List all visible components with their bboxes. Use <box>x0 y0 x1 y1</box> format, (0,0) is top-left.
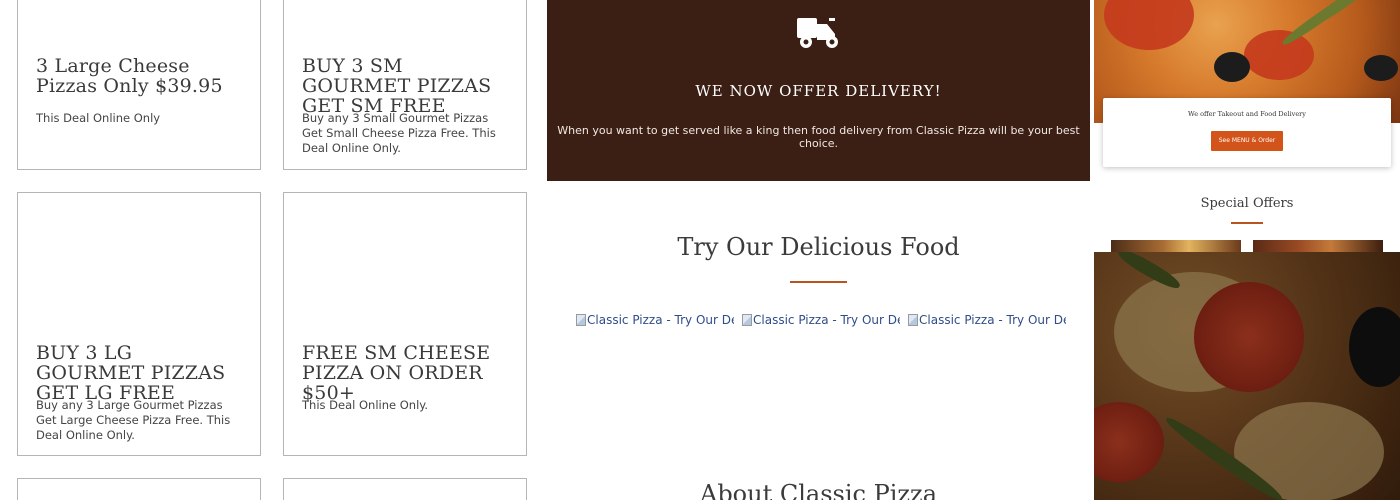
title-divider <box>790 281 847 283</box>
deal-card[interactable]: 3 Large Cheese Pizzas Only $39.95 This D… <box>17 0 261 170</box>
deal-card[interactable]: BUY 3 SM GOURMET PIZZAS GET SM FREE Buy … <box>283 0 527 170</box>
broken-image-icon <box>576 314 586 326</box>
delivery-scooter-icon <box>797 18 838 48</box>
deal-card[interactable] <box>283 478 527 500</box>
deal-card[interactable]: FREE SM CHEESE PIZZA ON ORDER $50+ This … <box>283 192 527 456</box>
deal-description: This Deal Online Only. <box>302 398 429 412</box>
pizza-background-image <box>1094 252 1400 500</box>
section-title: Try Our Delicious Food <box>677 233 960 261</box>
broken-image-icon <box>908 314 918 326</box>
deal-description: Buy any 3 Small Gourmet Pizzas Get Small… <box>302 111 496 155</box>
deal-title: FREE SM CHEESE PIZZA ON ORDER $50+ <box>302 342 491 404</box>
food-image-link[interactable]: Classic Pizza - Try Our Delicious Food <box>908 311 1066 329</box>
food-image-link[interactable]: Classic Pizza - Try Our Delicious Food <box>742 311 900 329</box>
image-alt-text: Classic Pizza - Try Our Delicious Food <box>919 313 1066 327</box>
deal-card[interactable] <box>17 478 261 500</box>
title-divider <box>1231 222 1263 224</box>
deal-title: BUY 3 LG GOURMET PIZZAS GET LG FREE <box>36 342 226 404</box>
see-menu-button[interactable]: See MENU & Order <box>1211 131 1283 151</box>
broken-image-icon <box>742 314 752 326</box>
deal-description: This Deal Online Only <box>36 111 161 125</box>
delivery-title: WE NOW OFFER DELIVERY! <box>695 82 942 100</box>
about-title: About Classic Pizza <box>699 480 938 500</box>
offer-thumbnail[interactable] <box>1111 240 1241 252</box>
offer-thumbnail[interactable] <box>1253 240 1383 252</box>
image-alt-text: Classic Pizza - Try Our Delicious Food <box>753 313 900 327</box>
deal-title: 3 Large Cheese Pizzas Only $39.95 <box>36 55 223 97</box>
takeout-card: We offer Takeout and Food Delivery See M… <box>1103 98 1391 167</box>
special-offers-title: Special Offers <box>1200 196 1294 211</box>
deal-description: Buy any 3 Large Gourmet Pizzas Get Large… <box>36 398 231 442</box>
delivery-banner: WE NOW OFFER DELIVERY! When you want to … <box>547 0 1090 181</box>
takeout-text: We offer Takeout and Food Delivery <box>1188 110 1306 118</box>
image-alt-text: Classic Pizza - Try Our Delicious Food <box>587 313 734 327</box>
food-image-link[interactable]: Classic Pizza - Try Our Delicious Food <box>576 311 734 329</box>
deal-card[interactable]: BUY 3 LG GOURMET PIZZAS GET LG FREE Buy … <box>17 192 261 456</box>
delivery-text: When you want to get served like a king … <box>557 124 1080 150</box>
deal-title: BUY 3 SM GOURMET PIZZAS GET SM FREE <box>302 55 492 117</box>
